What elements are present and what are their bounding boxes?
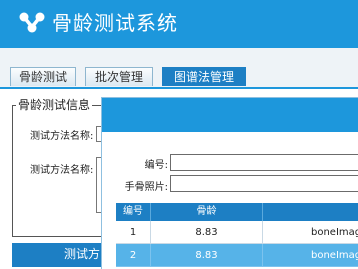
cell-image: boneImage	[263, 221, 358, 244]
fieldset-legend: 骨龄测试信息	[16, 96, 93, 113]
app-header: 骨龄测试系统	[0, 0, 358, 48]
table-header: 编号 骨龄	[116, 203, 358, 221]
number-label: 编号:	[144, 160, 168, 171]
cell-bone-age: 8.83	[151, 244, 263, 267]
column-header-number[interactable]: 编号	[116, 203, 151, 221]
hand-photo-label: 手骨照片:	[124, 182, 168, 193]
table-row[interactable]: 1 8.83 boneImage	[116, 221, 358, 244]
hand-photo-input[interactable]	[170, 175, 358, 192]
cell-number: 1	[116, 221, 151, 244]
cell-image: boneImage	[263, 244, 358, 267]
tab-batch-management[interactable]: 批次管理	[85, 67, 153, 86]
app-title: 骨龄测试系统	[52, 11, 178, 35]
tab-bone-age-test[interactable]: 骨龄测试	[10, 67, 76, 86]
atlas-edit-dialog: 编号: 手骨照片: 编号 骨龄 1 8.83 boneImage 2 8.83 …	[101, 97, 358, 269]
dialog-header	[102, 98, 358, 132]
column-header-bone-age[interactable]: 骨龄	[151, 203, 263, 221]
number-input[interactable]	[170, 154, 358, 171]
method-name-label-2: 测试方法名称:	[30, 165, 94, 176]
tab-atlas-management[interactable]: 图谱法管理	[162, 67, 246, 86]
method-name-label: 测试方法名称:	[30, 131, 94, 142]
cell-number: 2	[116, 244, 151, 267]
table-row-selected[interactable]: 2 8.83 boneImage	[116, 244, 358, 267]
app-logo-icon	[19, 12, 45, 33]
column-header-image[interactable]	[263, 203, 358, 221]
tab-bar: 骨龄测试 批次管理 图谱法管理	[0, 48, 358, 89]
test-method-bar: 测试方	[12, 243, 112, 267]
cell-bone-age: 8.83	[151, 221, 263, 244]
